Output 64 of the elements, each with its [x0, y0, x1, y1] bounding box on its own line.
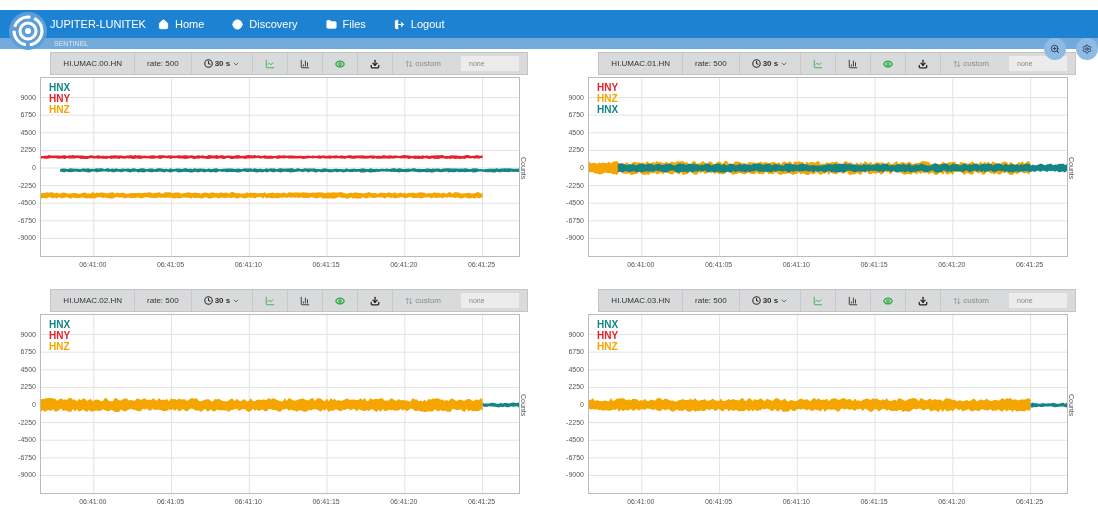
custom-button[interactable]: custom: [393, 290, 453, 311]
clock-icon: [751, 296, 761, 305]
download-icon: [370, 58, 381, 69]
eye-icon: [335, 295, 346, 306]
nav-link[interactable]: Discovery: [232, 15, 298, 33]
download-icon: [370, 295, 381, 306]
window-dropdown[interactable]: 30 s: [191, 53, 254, 74]
settings-icon: [1082, 44, 1092, 54]
rate-label: rate: 500: [135, 53, 192, 74]
bar-chart-icon: [300, 58, 311, 69]
rate-label: rate: 500: [683, 290, 740, 311]
nav-link[interactable]: Logout: [393, 15, 445, 33]
station-label: HI.UMAC.03.HN: [599, 290, 684, 311]
up-down-icon: [405, 59, 414, 68]
logo-icon: [9, 12, 47, 50]
clock-icon: [751, 59, 761, 68]
up-down-icon: [953, 59, 962, 68]
rate-label: rate: 500: [135, 290, 192, 311]
eye-icon: [883, 295, 894, 306]
line-chart-icon: [813, 58, 824, 69]
clock-icon: [203, 59, 213, 68]
custom-button[interactable]: custom: [393, 53, 453, 74]
legend-entry: HNY: [597, 82, 619, 93]
legend-entry: HNZ: [597, 93, 619, 104]
eye-icon: [335, 58, 346, 69]
window-dropdown[interactable]: 30 s: [191, 290, 254, 311]
legend-entry: HNY: [49, 93, 71, 104]
legend-entry: HNY: [49, 330, 71, 341]
home-icon: [157, 18, 169, 30]
legend-entry: HNZ: [597, 341, 619, 352]
window-dropdown[interactable]: 30 s: [739, 53, 802, 74]
window-dropdown[interactable]: 30 s: [739, 290, 802, 311]
bar-chart-icon: [848, 58, 859, 69]
legend-entry: HNZ: [49, 341, 71, 352]
download-icon: [918, 295, 929, 306]
bar-chart-icon: [848, 295, 859, 306]
custom-button[interactable]: custom: [941, 290, 1001, 311]
legend-entry: HNX: [597, 319, 619, 330]
line-chart-icon: [265, 295, 276, 306]
clock-icon: [203, 296, 213, 305]
download-icon: [918, 58, 929, 69]
up-down-icon: [405, 296, 414, 305]
legend-entry: HNX: [597, 104, 619, 115]
nav-link[interactable]: Files: [325, 15, 366, 33]
station-label: HI.UMAC.00.HN: [51, 53, 136, 74]
legend-entry: HNX: [49, 319, 71, 330]
eye-icon: [883, 58, 894, 69]
brand-name: JUPITER-LUNITEK: [50, 16, 146, 32]
search-icon: [1050, 44, 1060, 54]
nav-link[interactable]: Home: [157, 15, 205, 33]
settings-button[interactable]: [1076, 38, 1098, 60]
legend-entry: HNX: [49, 82, 71, 93]
custom-button[interactable]: custom: [941, 53, 1001, 74]
bar-chart-icon: [300, 295, 311, 306]
line-chart-icon: [265, 58, 276, 69]
rate-label: rate: 500: [683, 53, 740, 74]
folder-icon: [325, 18, 337, 30]
station-label: HI.UMAC.01.HN: [599, 53, 684, 74]
logout-icon: [393, 18, 405, 30]
station-label: HI.UMAC.02.HN: [51, 290, 136, 311]
legend-entry: HNY: [597, 330, 619, 341]
legend-entry: HNZ: [49, 104, 71, 115]
line-chart-icon: [813, 295, 824, 306]
up-down-icon: [953, 296, 962, 305]
